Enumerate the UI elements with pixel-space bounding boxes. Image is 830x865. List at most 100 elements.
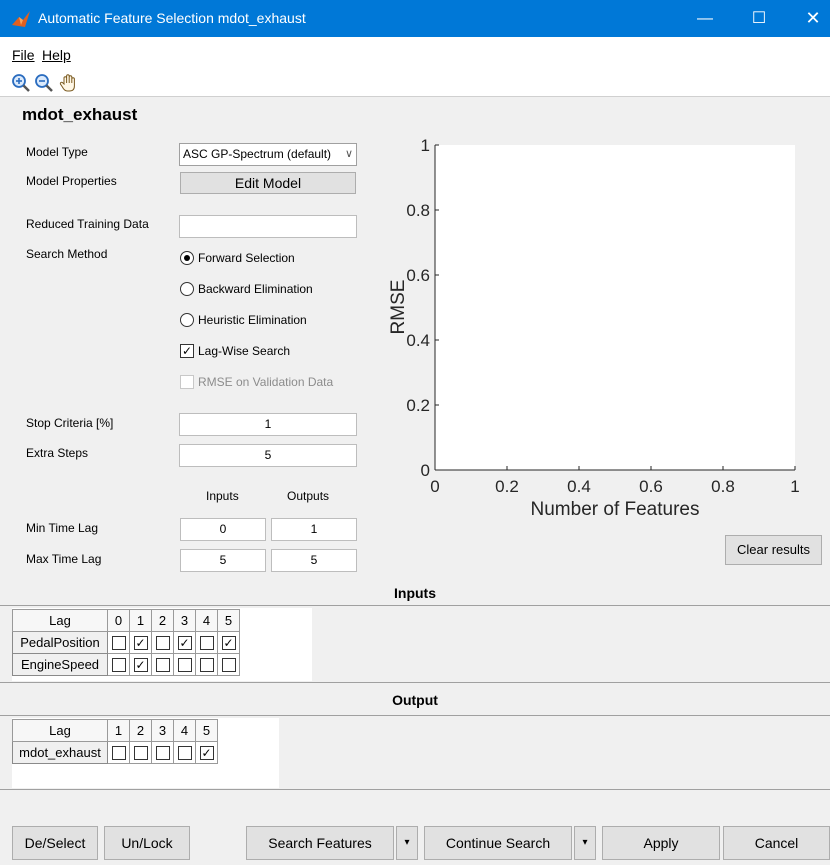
model-type-value: ASC GP-Spectrum (default) — [183, 147, 332, 161]
table-row: PedalPosition ✓ ✓ ✓ — [12, 631, 240, 654]
inputs-column-label: Inputs — [206, 489, 239, 503]
divider — [0, 715, 830, 716]
deselect-button[interactable]: De/Select — [12, 826, 98, 860]
menu-help-label: Help — [42, 47, 71, 63]
min-time-lag-outputs-field[interactable]: 1 — [271, 518, 357, 541]
pan-hand-icon[interactable] — [58, 72, 80, 94]
checkbox-unchecked-icon — [199, 658, 214, 673]
continue-search-dropdown[interactable]: ▾ — [574, 826, 596, 860]
checkbox-unchecked-icon — [111, 746, 126, 761]
lag-checkbox-cell[interactable] — [217, 653, 240, 676]
model-type-dropdown[interactable]: ASC GP-Spectrum (default) ∨ — [179, 143, 357, 166]
edit-model-button[interactable]: Edit Model — [180, 172, 356, 194]
maximize-button[interactable]: ☐ — [736, 0, 782, 37]
lag-checkbox-cell[interactable] — [107, 631, 130, 654]
heuristic-elimination-label: Heuristic Elimination — [198, 312, 307, 327]
x-axis-label: Number of Features — [531, 499, 700, 520]
extra-steps-label: Extra Steps — [26, 446, 89, 460]
inputs-section-title: Inputs — [394, 585, 436, 601]
divider — [0, 605, 830, 606]
x-tick-label: 0.2 — [495, 477, 519, 496]
continue-search-button[interactable]: Continue Search — [424, 826, 572, 860]
checkbox-unchecked-icon — [199, 636, 214, 651]
close-button[interactable]: ✕ — [790, 0, 830, 37]
search-features-button[interactable]: Search Features — [246, 826, 394, 860]
y-tick-label: 0.8 — [406, 201, 430, 220]
x-tick-label: 1 — [790, 477, 799, 496]
lag-checkbox-cell[interactable] — [129, 741, 152, 764]
forward-selection-radio[interactable]: Forward Selection — [180, 250, 295, 265]
search-features-dropdown[interactable]: ▾ — [396, 826, 418, 860]
min-time-lag-inputs-field[interactable]: 0 — [180, 518, 266, 541]
y-tick-label: 0 — [421, 461, 430, 480]
lag-wise-search-checkbox[interactable]: ✓ Lag-Wise Search — [180, 343, 290, 358]
rmse-plot: 0 0.2 0.4 0.6 0.8 1 0 0.2 0.4 0.6 0.8 1 Number of … — [388, 136, 800, 520]
lag-checkbox-cell[interactable]: ✓ — [195, 741, 218, 764]
lag-checkbox-cell[interactable] — [173, 653, 196, 676]
checkbox-unchecked-icon — [111, 658, 126, 673]
zoom-out-icon[interactable] — [33, 72, 55, 94]
lag-column-header: 2 — [151, 609, 174, 632]
menu-help[interactable]: Help — [42, 47, 71, 63]
table-header-row: Lag 0 1 2 3 4 5 — [12, 609, 240, 632]
radio-unselected-icon — [180, 281, 194, 296]
checkbox-unchecked-icon — [177, 746, 192, 761]
unlock-button[interactable]: Un/Lock — [104, 826, 190, 860]
model-type-label: Model Type — [26, 145, 88, 159]
lag-checkbox-cell[interactable] — [195, 653, 218, 676]
checkbox-checked-icon: ✓ — [133, 636, 148, 651]
checkbox-unchecked-icon — [177, 658, 192, 673]
backward-elimination-radio[interactable]: Backward Elimination — [180, 281, 313, 296]
matlab-app-icon — [12, 11, 30, 27]
lag-column-header: 5 — [195, 719, 218, 742]
outputs-column-label: Outputs — [287, 489, 330, 503]
lag-checkbox-cell[interactable] — [151, 653, 174, 676]
lag-checkbox-cell[interactable]: ✓ — [129, 631, 152, 654]
panel-title: mdot_exhaust — [22, 105, 138, 124]
plot-area — [435, 145, 795, 470]
lag-column-header: 3 — [151, 719, 174, 742]
lag-column-header: 0 — [107, 609, 130, 632]
x-tick-label: 0.8 — [711, 477, 735, 496]
divider — [0, 682, 830, 683]
y-axis-label: RMSE — [388, 280, 409, 335]
lag-checkbox-cell[interactable]: ✓ — [217, 631, 240, 654]
lag-checkbox-cell[interactable] — [151, 631, 174, 654]
clear-results-button[interactable]: Clear results — [725, 535, 822, 565]
toolbar — [0, 67, 830, 97]
divider — [0, 789, 830, 790]
checkbox-disabled-icon — [180, 374, 194, 389]
menu-file-label: File — [12, 47, 35, 63]
apply-button[interactable]: Apply — [602, 826, 720, 860]
checkbox-unchecked-icon — [155, 746, 170, 761]
lag-checkbox-cell[interactable]: ✓ — [173, 631, 196, 654]
lag-column-header: 4 — [173, 719, 196, 742]
menu-file[interactable]: File — [12, 47, 35, 63]
lag-checkbox-cell[interactable] — [107, 653, 130, 676]
max-time-lag-label: Max Time Lag — [26, 552, 102, 566]
lag-column-header: 2 — [129, 719, 152, 742]
lag-column-header: 5 — [217, 609, 240, 632]
extra-steps-input[interactable]: 5 — [179, 444, 357, 467]
lag-checkbox-cell[interactable] — [107, 741, 130, 764]
max-time-lag-outputs-field[interactable]: 5 — [271, 549, 357, 572]
reduced-training-input[interactable] — [179, 215, 357, 238]
x-tick-label: 0 — [430, 477, 439, 496]
cancel-button[interactable]: Cancel — [723, 826, 830, 860]
lag-checkbox-cell[interactable] — [173, 741, 196, 764]
checkbox-checked-icon: ✓ — [133, 658, 148, 673]
x-tick-label: 0.6 — [639, 477, 663, 496]
lag-header: Lag — [12, 719, 108, 742]
heuristic-elimination-radio[interactable]: Heuristic Elimination — [180, 312, 307, 327]
lag-wise-search-label: Lag-Wise Search — [198, 343, 291, 358]
zoom-in-icon[interactable] — [10, 72, 32, 94]
max-time-lag-inputs-field[interactable]: 5 — [180, 549, 266, 572]
lag-header: Lag — [12, 609, 108, 632]
lag-checkbox-cell[interactable] — [195, 631, 218, 654]
window-title: Automatic Feature Selection mdot_exhaust — [38, 10, 306, 26]
lag-checkbox-cell[interactable]: ✓ — [129, 653, 152, 676]
lag-column-header: 1 — [107, 719, 130, 742]
minimize-button[interactable]: — — [682, 0, 728, 37]
lag-checkbox-cell[interactable] — [151, 741, 174, 764]
stop-criteria-input[interactable]: 1 — [179, 413, 357, 436]
